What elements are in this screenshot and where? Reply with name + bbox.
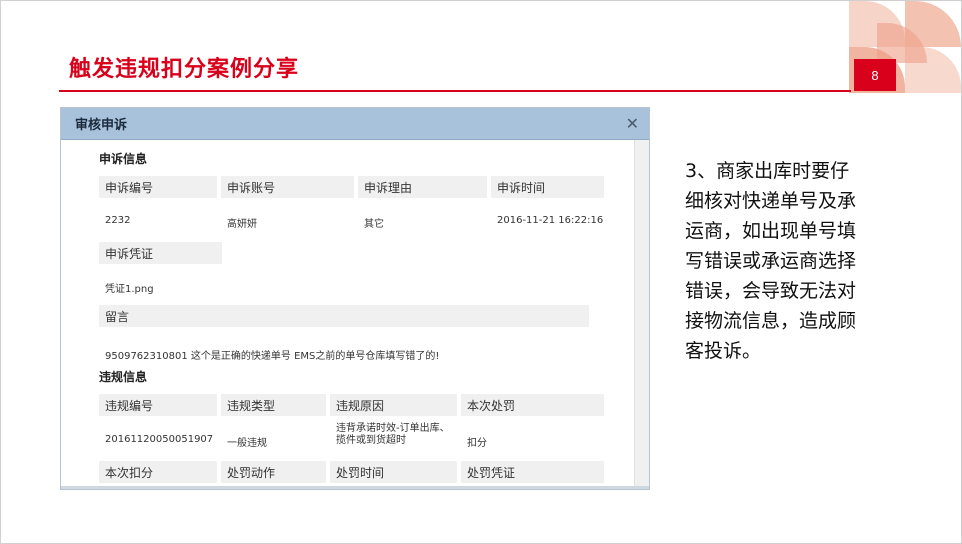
- page-number: 8: [854, 59, 896, 91]
- violation-header-points: 本次扣分: [99, 461, 217, 483]
- violation-header-type: 违规类型: [221, 394, 326, 416]
- appeal-header-account: 申诉账号: [221, 176, 354, 198]
- violation-header-proof: 处罚凭证: [461, 461, 604, 483]
- proof-value[interactable]: 凭证1.png: [99, 280, 160, 295]
- appeal-header-time: 申诉时间: [491, 176, 604, 198]
- message-header: 留言: [99, 305, 589, 327]
- violation-header-penalty-time: 处罚时间: [330, 461, 457, 483]
- proof-header: 申诉凭证: [99, 242, 222, 264]
- appeal-account-value: 高妍妍: [227, 219, 257, 230]
- violation-id-value: 20161120050051907: [105, 434, 214, 445]
- appeal-section-title: 申诉信息: [99, 152, 148, 166]
- violation-header-penalty: 本次处罚: [461, 394, 604, 416]
- slide: 8 触发违规扣分案例分享 审核申诉 ✕ 申诉信息 申诉编号 申诉账号 申诉理由 …: [0, 0, 962, 544]
- dialog-title: 审核申诉: [75, 118, 128, 133]
- violation-reason-value: 违背承诺时效-订单出库、揽件或到货超时: [336, 423, 450, 446]
- dialog-scrollbar[interactable]: [634, 140, 649, 489]
- appeal-review-dialog: 审核申诉 ✕ 申诉信息 申诉编号 申诉账号 申诉理由 申诉时间 2232 高妍妍…: [60, 107, 650, 490]
- appeal-header-reason: 申诉理由: [358, 176, 487, 198]
- dialog-header: 审核申诉 ✕: [61, 108, 649, 140]
- close-icon[interactable]: ✕: [626, 115, 639, 132]
- appeal-id-value: 2232: [105, 215, 131, 226]
- appeal-header-id: 申诉编号: [99, 176, 217, 198]
- appeal-reason-value: 其它: [364, 219, 384, 230]
- violation-header-action: 处罚动作: [221, 461, 326, 483]
- explanation-note: 3、商家出库时要仔细核对快递单号及承运商，如出现单号填写错误或承运商选择错误，会…: [685, 160, 857, 362]
- slide-title: 触发违规扣分案例分享: [69, 57, 300, 82]
- violation-header-reason: 违规原因: [330, 394, 457, 416]
- appeal-time-value: 2016-11-21 16:22:16: [497, 215, 604, 226]
- violation-type-value: 一般违规: [227, 438, 267, 449]
- dialog-body: 申诉信息 申诉编号 申诉账号 申诉理由 申诉时间 2232 高妍妍 其它 201…: [61, 140, 636, 489]
- title-divider: [59, 90, 851, 92]
- violation-header-id: 违规编号: [99, 394, 217, 416]
- violation-penalty-value: 扣分: [467, 438, 487, 449]
- dialog-bottom-border: [61, 486, 649, 489]
- message-value: 9509762310801 这个是正确的快递单号 EMS之前的单号仓库填写错了的…: [105, 351, 440, 362]
- violation-section-title: 违规信息: [99, 370, 148, 384]
